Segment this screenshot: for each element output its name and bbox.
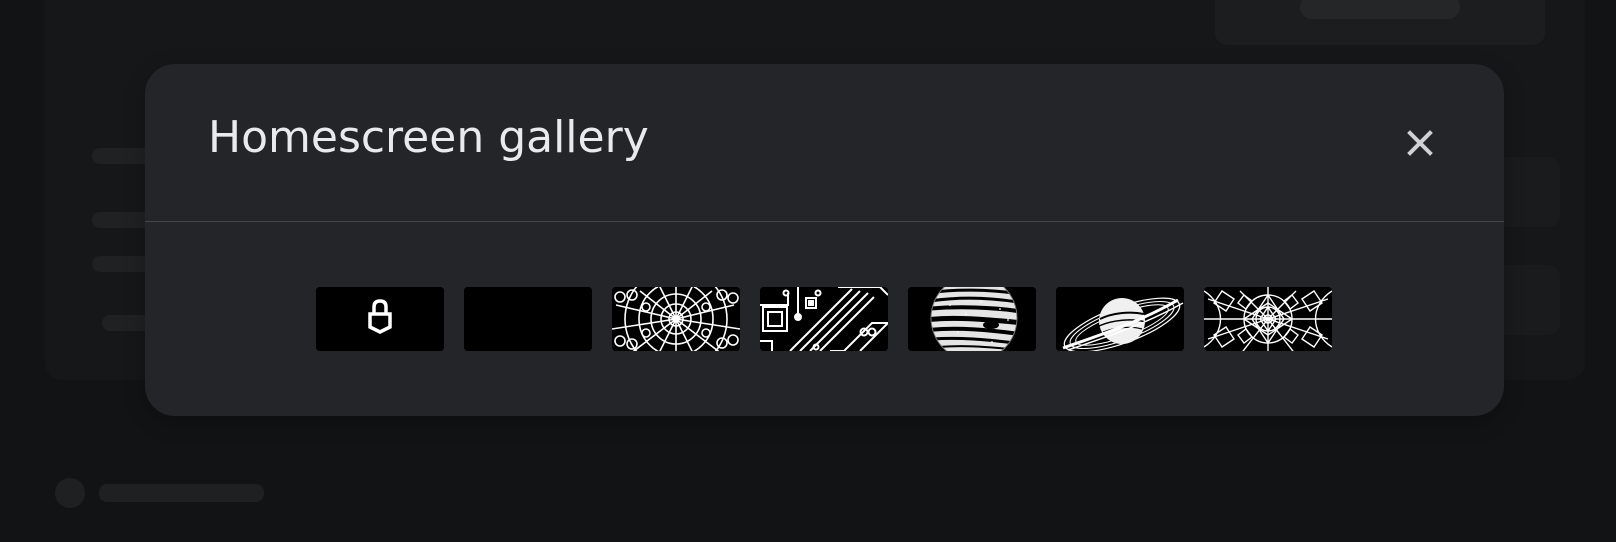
radial-lace-pattern-icon <box>612 287 740 351</box>
saturn-planet-icon <box>1056 287 1184 351</box>
gallery-thumbnail-saturn[interactable] <box>1056 287 1184 351</box>
background-bottom-action <box>55 478 264 508</box>
close-button[interactable] <box>1399 122 1441 164</box>
background-action-text-placeholder <box>99 484 264 502</box>
gallery-thumbnail-circuit[interactable] <box>760 287 888 351</box>
background-pill <box>1300 0 1460 19</box>
dialog-title: Homescreen gallery <box>208 112 649 163</box>
homescreen-gallery-dialog: Homescreen gallery <box>145 64 1504 416</box>
dialog-header: Homescreen gallery <box>145 64 1504 222</box>
circuit-board-pattern-icon <box>760 287 888 351</box>
mandala-pattern-icon <box>1204 287 1332 351</box>
gallery-thumbnail-blank[interactable] <box>464 287 592 351</box>
gallery-thumbnail-jupiter[interactable] <box>908 287 1036 351</box>
blank-thumbnail <box>464 287 592 351</box>
gallery-thumbnail-radial-lace[interactable] <box>612 287 740 351</box>
close-icon <box>1407 130 1433 156</box>
background-avatar <box>55 478 85 508</box>
gallery-thumbnail-mandala[interactable] <box>1204 287 1332 351</box>
jupiter-planet-icon <box>908 287 1036 351</box>
gallery-thumbnail-lock[interactable] <box>316 287 444 351</box>
homescreen-gallery-grid <box>316 287 1332 351</box>
lock-icon <box>316 287 444 351</box>
